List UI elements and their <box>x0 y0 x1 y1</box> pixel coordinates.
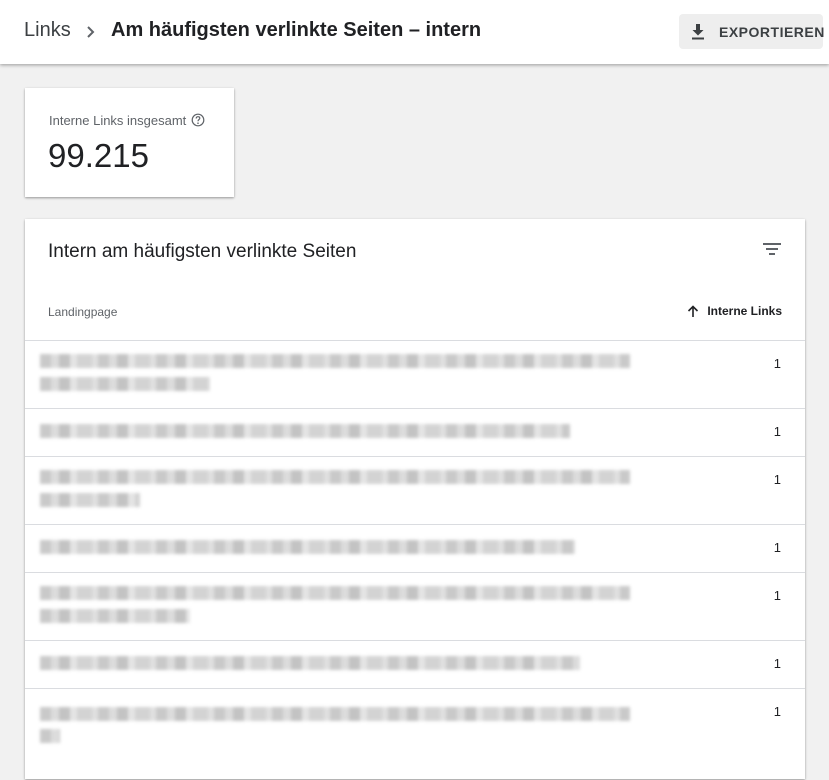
top-linked-pages-table: Intern am häufigsten verlinkte Seiten La… <box>25 219 805 779</box>
landing-page-url-redacted <box>40 609 190 623</box>
landing-page-url-redacted <box>40 707 630 721</box>
table-row[interactable]: 1 <box>25 572 805 640</box>
metric-card-internal-links: Interne Links insgesamt 99.215 <box>25 88 234 197</box>
landing-page-url-redacted <box>40 586 630 600</box>
landing-page-url-redacted <box>40 354 630 368</box>
arrow-up-icon <box>688 304 699 317</box>
download-icon <box>692 24 704 40</box>
chevron-right-icon <box>87 26 95 38</box>
table-row[interactable]: 1 <box>25 456 805 524</box>
landing-page-url-redacted <box>40 493 140 507</box>
export-button[interactable]: EXPORTIEREN <box>679 14 825 49</box>
internal-links-count: 1 <box>773 704 781 719</box>
table-title: Intern am häufigsten verlinkte Seiten <box>48 241 357 262</box>
table-row[interactable]: 1 <box>25 524 805 572</box>
column-header-internal-links-label: Interne Links <box>707 304 782 318</box>
landing-page-url-redacted <box>40 540 575 554</box>
help-circle-icon[interactable] <box>191 113 205 127</box>
internal-links-count: 1 <box>773 472 781 487</box>
internal-links-count: 1 <box>773 656 781 671</box>
metric-label: Interne Links insgesamt <box>49 113 187 128</box>
table-row[interactable]: 1 <box>25 408 805 456</box>
table-row[interactable]: 1 <box>25 640 805 688</box>
top-bar: Links Am häufigsten verlinkte Seiten – i… <box>0 0 829 64</box>
internal-links-count: 1 <box>773 588 781 603</box>
landing-page-url-redacted <box>40 656 580 670</box>
landing-page-url-redacted <box>40 377 210 391</box>
column-header-internal-links[interactable]: Interne Links <box>687 304 782 318</box>
landing-page-url-redacted <box>40 729 60 743</box>
landing-page-url-redacted <box>40 424 570 438</box>
table-row[interactable]: 1 <box>25 340 805 408</box>
landing-page-url-redacted <box>40 470 630 484</box>
filter-icon[interactable] <box>762 241 782 257</box>
internal-links-count: 1 <box>773 424 781 439</box>
metric-value: 99.215 <box>48 137 149 174</box>
export-button-label: EXPORTIEREN <box>719 24 825 40</box>
internal-links-count: 1 <box>773 540 781 555</box>
page-title: Am häufigsten verlinkte Seiten – intern <box>111 19 482 41</box>
breadcrumb-links[interactable]: Links <box>24 19 71 42</box>
internal-links-count: 1 <box>773 356 781 371</box>
table-row[interactable]: 1 <box>25 688 805 780</box>
column-header-landingpage[interactable]: Landingpage <box>48 305 117 319</box>
